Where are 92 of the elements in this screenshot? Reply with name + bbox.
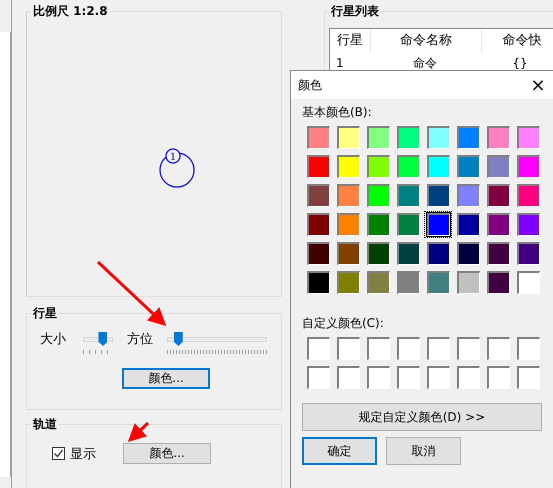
color-swatch[interactable] (366, 242, 390, 265)
color-swatch[interactable] (396, 126, 420, 149)
custom-color-swatch[interactable] (366, 366, 390, 389)
planet-number: 1 (170, 152, 176, 163)
color-button[interactable]: 颜色... (122, 368, 210, 389)
color-swatch[interactable] (516, 242, 540, 265)
slider-label: 方位 (127, 331, 153, 349)
color-swatch[interactable] (366, 184, 390, 207)
color-swatch[interactable] (516, 126, 540, 149)
color-swatch[interactable] (366, 126, 390, 149)
color-swatch[interactable] (456, 184, 480, 207)
section-label: 基本颜色(B): (302, 105, 372, 119)
group-title: 行星 (31, 305, 59, 321)
color-swatch[interactable] (486, 184, 510, 207)
group-title: 比例尺 1:2.8 (31, 3, 110, 19)
color-swatch[interactable] (366, 213, 390, 236)
color-swatch[interactable] (426, 271, 450, 294)
custom-color-swatch[interactable] (516, 337, 540, 360)
window-title: 颜色 (298, 76, 322, 94)
slider-thumb[interactable] (98, 332, 108, 346)
color-swatch[interactable] (456, 271, 480, 294)
color-swatch[interactable] (366, 155, 390, 178)
color-swatch[interactable] (426, 184, 450, 207)
annotation-arrow (96, 260, 166, 326)
table-cell-text: 1 (335, 56, 345, 70)
color-swatch[interactable] (486, 242, 510, 265)
color-swatch[interactable] (426, 242, 450, 265)
custom-color-swatch[interactable] (486, 366, 510, 389)
table-cell-text: 命令 (412, 54, 438, 72)
column-header[interactable]: 行星 (330, 29, 371, 53)
custom-color-swatch[interactable] (306, 337, 330, 360)
color-swatch[interactable] (426, 126, 450, 149)
column-header[interactable]: 命令名称 (371, 29, 482, 53)
checkbox-label: 显示 (70, 446, 97, 462)
color-swatch[interactable] (336, 126, 360, 149)
color-button[interactable]: 颜色... (123, 443, 211, 464)
color-swatch[interactable] (456, 242, 480, 265)
custom-color-swatch[interactable] (486, 337, 510, 360)
color-swatch[interactable] (396, 271, 420, 294)
custom-color-swatch[interactable] (306, 366, 330, 389)
custom-color-swatch[interactable] (516, 366, 540, 389)
color-swatch[interactable] (306, 213, 330, 236)
color-swatch[interactable] (456, 155, 480, 178)
orbit-drawing (159, 148, 195, 188)
color-swatch[interactable] (306, 184, 330, 207)
color-swatch[interactable] (306, 126, 330, 149)
color-swatch[interactable] (306, 155, 330, 178)
color-swatch[interactable] (396, 155, 420, 178)
custom-color-swatch[interactable] (456, 366, 480, 389)
define-custom-colors-button[interactable]: 规定自定义颜色(D) >> (302, 403, 542, 431)
group-title: 行星列表 (329, 3, 381, 19)
color-swatch[interactable] (516, 184, 540, 207)
color-swatch[interactable] (336, 242, 360, 265)
checkbox[interactable] (52, 447, 65, 460)
color-swatch[interactable] (426, 155, 450, 178)
color-swatch[interactable] (516, 271, 540, 294)
table-cell-text: {} (511, 56, 529, 70)
color-swatch[interactable] (486, 155, 510, 178)
section-label: 自定义颜色(C): (302, 316, 384, 330)
custom-color-swatch[interactable] (426, 366, 450, 389)
color-swatch[interactable] (336, 213, 360, 236)
custom-color-swatch[interactable] (396, 337, 420, 360)
custom-color-swatch[interactable] (396, 366, 420, 389)
color-swatch[interactable] (336, 271, 360, 294)
slider-label: 大小 (40, 331, 66, 349)
color-swatch[interactable] (456, 213, 480, 236)
color-swatch[interactable] (516, 155, 540, 178)
color-swatch[interactable] (396, 213, 420, 236)
custom-color-swatch[interactable] (366, 337, 390, 360)
close-button[interactable]: × (522, 71, 553, 99)
group-title: 轨道 (31, 416, 59, 432)
color-swatch[interactable] (396, 184, 420, 207)
color-swatch[interactable] (306, 242, 330, 265)
color-swatch[interactable] (396, 242, 420, 265)
ok-button[interactable]: 确定 (302, 437, 377, 465)
color-swatch[interactable] (336, 155, 360, 178)
custom-color-swatch[interactable] (456, 337, 480, 360)
color-swatch[interactable] (486, 271, 510, 294)
custom-color-swatch[interactable] (426, 337, 450, 360)
custom-color-swatch[interactable] (336, 337, 360, 360)
slider-thumb[interactable] (174, 332, 183, 346)
color-swatch[interactable] (366, 271, 390, 294)
custom-color-swatch[interactable] (336, 366, 360, 389)
column-header[interactable]: 命令快 (482, 29, 553, 53)
color-swatch[interactable] (306, 271, 330, 294)
annotation-arrow (128, 422, 150, 442)
cancel-button[interactable]: 取消 (386, 437, 461, 465)
color-swatch[interactable] (486, 126, 510, 149)
color-swatch[interactable] (456, 126, 480, 149)
color-swatch[interactable] (516, 213, 540, 236)
color-swatch[interactable] (336, 184, 360, 207)
color-swatch[interactable] (486, 213, 510, 236)
